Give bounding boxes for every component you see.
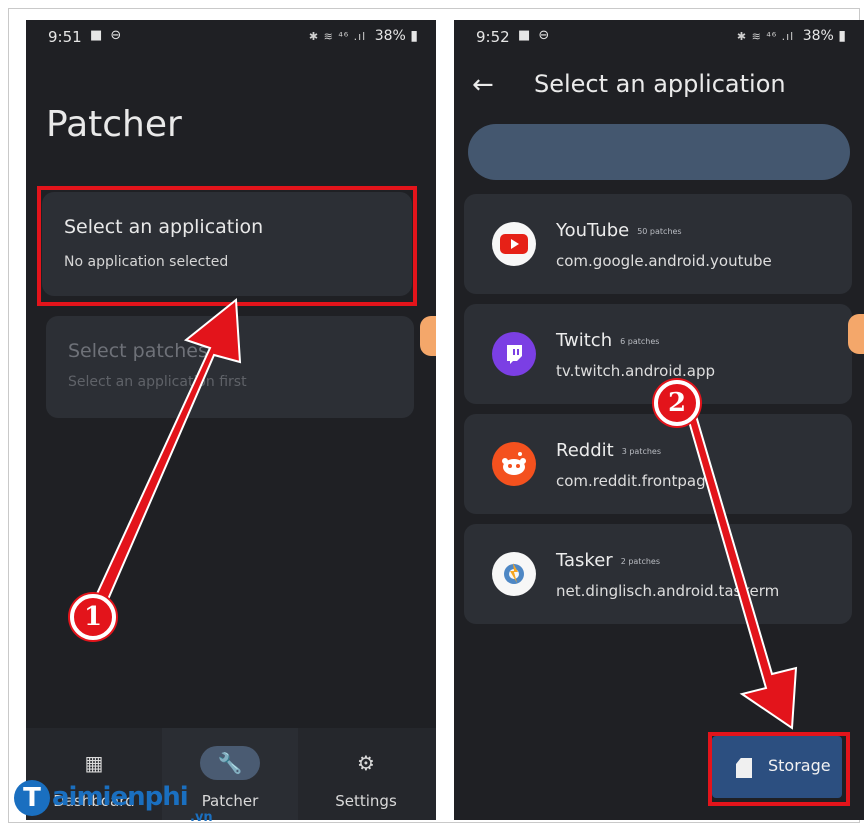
step-badge-1: 1 [70,594,116,640]
app-name: YouTube 50 patches [556,220,682,241]
edge-panel-handle[interactable] [420,316,436,356]
reddit-icon [492,442,536,486]
patch-count: 50 patches [637,226,682,236]
patch-count: 3 patches [621,446,661,456]
battery-icon: ▮ [838,28,846,44]
back-arrow-icon[interactable]: ← [472,70,494,100]
card-subtitle: Select an application first [68,374,247,390]
battery-level: 38% [374,28,406,44]
app-item-reddit[interactable]: Reddit 3 patches com.reddit.frontpage [464,414,852,514]
highlight-box-storage [708,732,850,806]
app-item-tasker[interactable]: Tasker 2 patches net.dinglisch.android.ta… [464,524,852,624]
app-name: Tasker 2 patches [556,550,660,571]
page-title: Patcher [46,104,182,145]
wrench-icon: 🔧 [200,746,260,780]
gear-icon: ⚙ [357,751,375,775]
status-icons: ■ ⊖ [518,28,552,43]
search-bar[interactable] [468,124,850,180]
patch-count: 2 patches [620,556,660,566]
step-badge-2: 2 [654,380,700,426]
status-bar: 9:52 ■ ⊖ ✱ ≋ ⁴⁶ .ıl 38% ▮ [454,20,864,54]
patch-count: 6 patches [620,336,660,346]
highlight-box-select-application [37,186,417,306]
signal-icon: ✱ ≋ ⁴⁶ .ıl [736,30,795,43]
watermark-tld: .vn [190,810,213,825]
status-icons: ■ ⊖ [90,28,124,43]
status-bar: 9:51 ■ ⊖ ✱ ≋ ⁴⁶ .ıl 38% ▮ [26,20,436,54]
nav-label: Settings [335,792,397,810]
twitch-icon [492,332,536,376]
app-package: com.reddit.frontpage [556,472,715,490]
screen-title: Select an application [534,70,786,98]
status-time: 9:51 [48,28,82,46]
watermark-logo-letter: T [14,780,50,816]
watermark-brand: aimienphi [52,782,189,812]
battery-icon: ▮ [410,28,418,44]
card-heading: Select patches [68,340,208,362]
select-patches-card: Select patches Select an application fir… [46,316,414,418]
left-phone-screen: 9:51 ■ ⊖ ✱ ≋ ⁴⁶ .ıl 38% ▮ Patcher Select… [26,20,436,820]
youtube-icon [492,222,536,266]
status-time: 9:52 [476,28,510,46]
dashboard-icon: ▦ [84,751,104,775]
tasker-icon [492,552,536,596]
status-right: ✱ ≋ ⁴⁶ .ıl 38% ▮ [737,28,846,44]
app-name: Twitch 6 patches [556,330,660,351]
app-name: Reddit 3 patches [556,440,661,461]
edge-panel-handle[interactable] [848,314,864,354]
right-phone-screen: 9:52 ■ ⊖ ✱ ≋ ⁴⁶ .ıl 38% ▮ ← Select an ap… [454,20,864,820]
app-package: com.google.android.youtube [556,252,772,270]
battery-level: 38% [802,28,834,44]
nav-settings[interactable]: ⚙ Settings [298,728,434,820]
signal-icon: ✱ ≋ ⁴⁶ .ıl [308,30,367,43]
app-item-youtube[interactable]: YouTube 50 patches com.google.android.you… [464,194,852,294]
app-package: tv.twitch.android.app [556,362,716,380]
status-right: ✱ ≋ ⁴⁶ .ıl 38% ▮ [309,28,418,44]
app-package: net.dinglisch.android.taskerm [556,582,780,600]
